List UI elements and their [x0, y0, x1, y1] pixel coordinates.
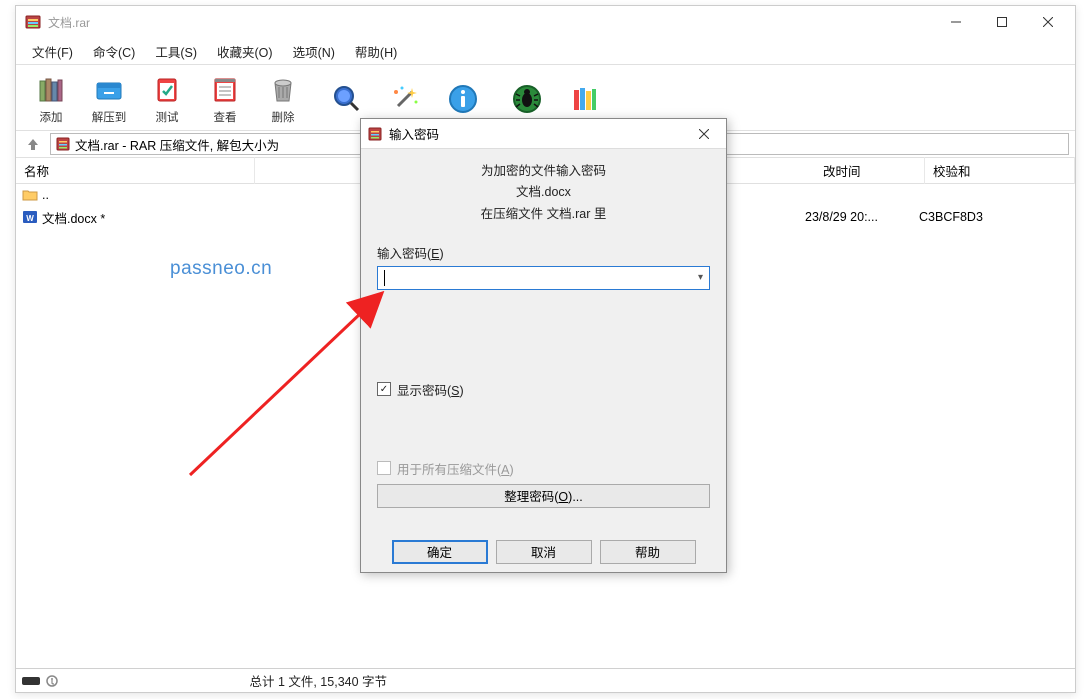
- winrar-icon: [24, 13, 42, 31]
- nav-up-button[interactable]: [22, 133, 44, 155]
- menu-file[interactable]: 文件(F): [22, 39, 83, 64]
- titlebar: 文档.rar: [16, 6, 1075, 38]
- menubar: 文件(F) 命令(C) 工具(S) 收藏夹(O) 选项(N) 帮助(H): [16, 38, 1075, 64]
- dialog-footer: 确定 取消 帮助: [377, 540, 710, 564]
- menu-command[interactable]: 命令(C): [83, 39, 145, 64]
- col-date[interactable]: 改时间: [815, 157, 925, 184]
- toolbar-view-button[interactable]: 查看: [196, 67, 254, 131]
- winrar-icon: [367, 126, 383, 142]
- menu-help[interactable]: 帮助(H): [345, 39, 407, 64]
- menu-tools[interactable]: 工具(S): [145, 39, 207, 64]
- toolbar-extract-label: 解压到: [92, 109, 127, 125]
- toolbar-delete-label: 删除: [272, 109, 295, 125]
- bug-icon: [510, 82, 544, 116]
- folder-up-icon: [22, 187, 38, 203]
- toolbar-delete-button[interactable]: 删除: [254, 67, 312, 131]
- dialog-titlebar: 输入密码: [361, 119, 726, 149]
- toolbar-test-button[interactable]: 测试: [138, 67, 196, 131]
- drawer-icon: [92, 73, 126, 107]
- dialog-close-button[interactable]: [684, 120, 724, 148]
- menu-favorites[interactable]: 收藏夹(O): [207, 39, 283, 64]
- status-text: 总计 1 文件, 15,340 字节: [66, 671, 571, 690]
- dialog-msg-line2: 文档.docx: [377, 182, 710, 203]
- books-stack-icon: [34, 73, 68, 107]
- status-left-icons: [16, 674, 66, 688]
- notebook-icon: [208, 73, 242, 107]
- info-icon: [446, 82, 480, 116]
- help-button[interactable]: 帮助: [600, 540, 696, 564]
- svg-text:W: W: [26, 214, 34, 223]
- dialog-title: 输入密码: [389, 124, 684, 143]
- use-all-label: 用于所有压缩文件(A): [397, 459, 514, 478]
- file-crc-1: C3BCF8D3: [919, 210, 1069, 224]
- file-date-1: 23/8/29 20:...: [805, 210, 915, 224]
- col-crc[interactable]: 校验和: [925, 157, 1075, 184]
- ok-button[interactable]: 确定: [392, 540, 488, 564]
- toolbar-add-button[interactable]: 添加: [22, 67, 80, 131]
- clipboard-check-icon: [150, 73, 184, 107]
- docx-icon: W: [22, 209, 38, 225]
- window-title: 文档.rar: [48, 14, 90, 31]
- toolbar-view-label: 查看: [214, 109, 237, 125]
- dialog-body: 为加密的文件输入密码 文档.docx 在压缩文件 文档.rar 里 输入密码(E…: [361, 149, 726, 576]
- minimize-button[interactable]: [933, 7, 979, 37]
- trash-icon: [266, 73, 300, 107]
- toolbar-add-label: 添加: [40, 109, 63, 125]
- dropdown-caret-icon[interactable]: ▾: [698, 272, 703, 283]
- show-password-checkbox-row[interactable]: ✓ 显示密码(S): [377, 380, 710, 399]
- dialog-msg-line3: 在压缩文件 文档.rar 里: [377, 204, 710, 225]
- toolbar-extract-button[interactable]: 解压到: [80, 67, 138, 131]
- dialog-msg-line1: 为加密的文件输入密码: [377, 161, 710, 182]
- show-password-label: 显示密码(S): [397, 380, 464, 399]
- path-text: 文档.rar - RAR 压缩文件, 解包大小为: [75, 135, 279, 154]
- menu-options[interactable]: 选项(N): [283, 39, 345, 64]
- use-all-checkbox-row: 用于所有压缩文件(A): [377, 459, 710, 478]
- password-dialog: 输入密码 为加密的文件输入密码 文档.docx 在压缩文件 文档.rar 里 输…: [360, 118, 727, 573]
- col-name[interactable]: 名称: [16, 157, 255, 184]
- text-caret: [384, 270, 385, 286]
- books-color-icon: [568, 82, 602, 116]
- toolbar-test-label: 测试: [156, 109, 179, 125]
- wand-icon: [388, 82, 422, 116]
- password-input-label: 输入密码(E): [377, 243, 710, 262]
- maximize-button[interactable]: [979, 7, 1025, 37]
- archive-small-icon: [55, 136, 71, 152]
- dialog-message: 为加密的文件输入密码 文档.docx 在压缩文件 文档.rar 里: [377, 161, 710, 225]
- statusbar: 总计 1 文件, 15,340 字节: [16, 668, 1075, 692]
- close-button[interactable]: [1025, 7, 1071, 37]
- cancel-button[interactable]: 取消: [496, 540, 592, 564]
- magnifier-icon: [330, 82, 364, 116]
- organize-passwords-button[interactable]: 整理密码(O)...: [377, 484, 710, 508]
- password-input[interactable]: ▾: [377, 266, 710, 290]
- use-all-checkbox: [377, 461, 391, 475]
- show-password-checkbox[interactable]: ✓: [377, 382, 391, 396]
